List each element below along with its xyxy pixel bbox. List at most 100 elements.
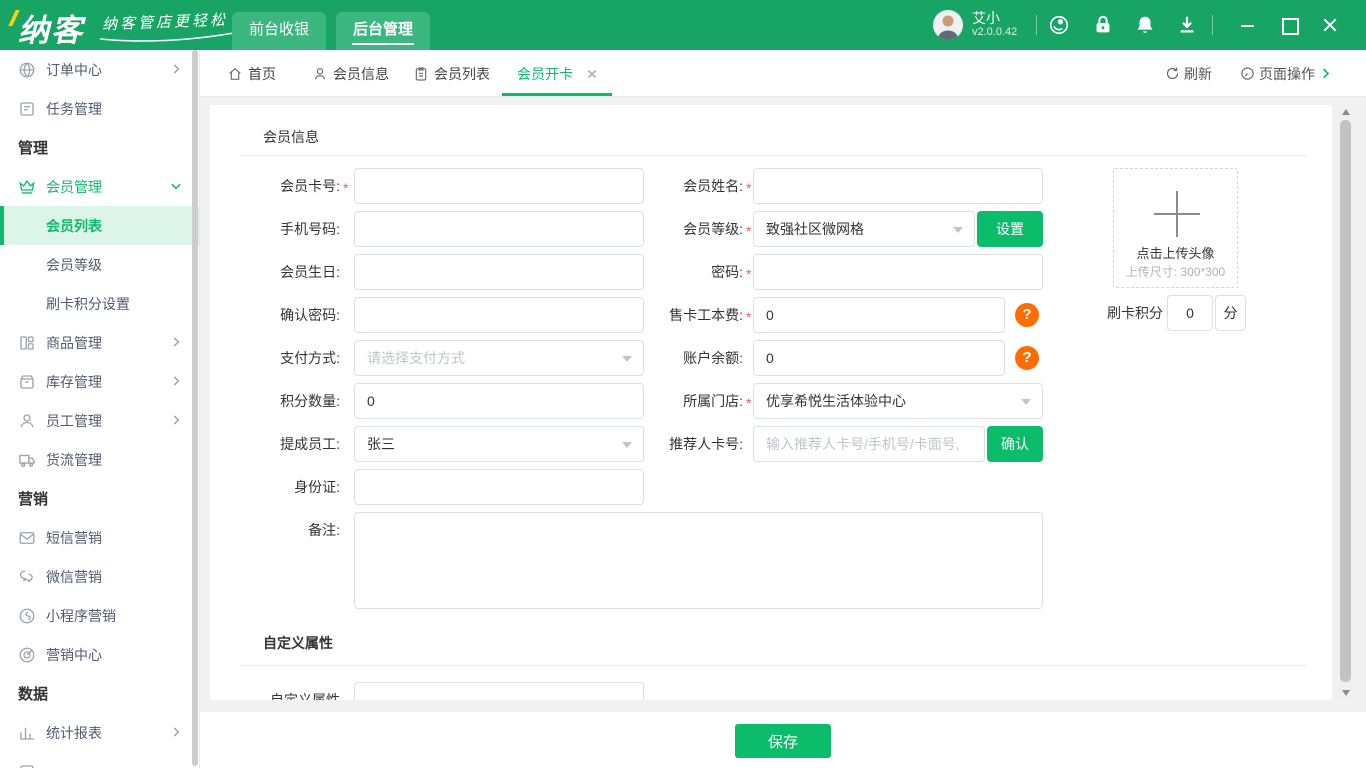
caret-down-icon (1021, 399, 1031, 405)
sidebar-item-order-center[interactable]: 订单中心 (0, 50, 199, 89)
level-settings-button[interactable]: 设置 (977, 211, 1043, 247)
id-card-input[interactable] (354, 469, 644, 505)
sidebar-item-miniprogram-marketing[interactable]: 小程序营销 (0, 596, 199, 635)
store-select[interactable]: 优享希悦生活体验中心 (753, 383, 1043, 419)
active-nav-underline (352, 43, 415, 45)
page-operations-button[interactable]: 页面操作 (1240, 50, 1315, 97)
id-card-label: 身份证: (294, 479, 340, 495)
chevron-right-icon (173, 337, 180, 347)
miniprogram-icon (19, 608, 35, 623)
scrollbar-thumb[interactable] (1340, 120, 1351, 682)
birthday-input[interactable] (354, 254, 644, 290)
sidebar-item-member-list[interactable]: 会员列表 (0, 206, 199, 245)
topbar: 纳客 纳客管店更轻松 前台收银 后台管理 艾小 v2.0.0.42 (0, 0, 1366, 50)
phone-label: 手机号码: (280, 221, 340, 237)
referrer-confirm-button[interactable]: 确认 (987, 426, 1043, 462)
sidebar-item-member-management[interactable]: 会员管理 (0, 167, 199, 206)
download-icon[interactable] (1176, 14, 1198, 36)
points-input[interactable] (354, 383, 644, 419)
window-maximize-button[interactable] (1277, 13, 1301, 37)
refresh-button[interactable]: 刷新 (1165, 50, 1212, 97)
remark-label: 备注: (308, 522, 340, 538)
member-name-input[interactable] (753, 168, 1043, 204)
sidebar-item-wechat-marketing[interactable]: 微信营销 (0, 557, 199, 596)
sidebar-section-data: 数据 (18, 686, 49, 703)
topbar-divider (1036, 15, 1037, 35)
support-icon[interactable] (1048, 14, 1070, 36)
scroll-down-button[interactable] (1338, 686, 1353, 700)
member-level-select[interactable]: 致强社区微网格 (753, 211, 975, 247)
swipe-points-input[interactable] (1167, 295, 1213, 331)
sidebar-item-member-level[interactable]: 会员等级 (0, 245, 199, 284)
wechat-icon (19, 569, 33, 582)
referrer-input[interactable] (753, 426, 985, 462)
card-fee-input[interactable] (753, 297, 1005, 333)
scroll-up-button[interactable] (1338, 105, 1353, 119)
sidebar-item-sms-marketing[interactable]: 短信营销 (0, 518, 199, 557)
confirm-password-input[interactable] (354, 297, 644, 333)
sidebar-item-product-management[interactable]: 商品管理 (0, 323, 199, 362)
balance-label: 账户余额: (683, 350, 743, 366)
member-icon (314, 67, 326, 80)
remark-textarea[interactable] (354, 512, 1043, 609)
bell-icon[interactable] (1134, 14, 1156, 36)
required-mark: * (343, 180, 349, 196)
chevron-right-icon (173, 415, 180, 425)
tab-home[interactable]: 首页 (227, 50, 276, 97)
save-button[interactable]: 保存 (735, 724, 831, 758)
sidebar-section-management: 管理 (18, 140, 49, 157)
tab-member-list[interactable]: 会员列表 (413, 50, 490, 97)
sidebar-scrollbar-thumb[interactable] (192, 50, 198, 766)
close-tab-icon[interactable] (586, 68, 598, 80)
chevron-right-icon (173, 376, 180, 386)
nav-backend-admin[interactable]: 后台管理 (336, 12, 431, 50)
topbar-divider (1212, 15, 1213, 35)
slogan-underline (99, 32, 235, 42)
crown-icon (19, 179, 35, 194)
pay-method-select[interactable]: 请选择支付方式 (354, 340, 644, 376)
section-title-custom-attrs: 自定义属性 (263, 635, 333, 651)
active-tab-underline (502, 93, 612, 96)
swipe-points-label: 刷卡积分 (1107, 305, 1163, 321)
sidebar-item-inventory-management[interactable]: 库存管理 (0, 362, 199, 401)
nav-front-cashier[interactable]: 前台收银 (232, 12, 327, 50)
section-title-member-info: 会员信息 (263, 129, 319, 145)
card-no-label: 会员卡号: (280, 178, 340, 194)
commission-staff-select[interactable]: 张三 (354, 426, 644, 462)
chevron-right-icon[interactable] (1318, 66, 1333, 81)
password-input[interactable] (753, 254, 1043, 290)
page-ops-icon (1241, 67, 1254, 80)
person-icon (20, 413, 34, 427)
sidebar-item-partial[interactable] (0, 752, 199, 768)
sidebar-item-swipe-points-settings[interactable]: 刷卡积分设置 (0, 284, 199, 323)
window-close-button[interactable] (1318, 13, 1342, 37)
chevron-down-icon (171, 183, 181, 190)
confirm-password-label: 确认密码: (280, 307, 340, 323)
window-minimize-button[interactable] (1236, 13, 1260, 37)
card-fee-help-icon[interactable]: ? (1015, 303, 1039, 327)
panel-scrollbar (1338, 105, 1353, 700)
user-name: 艾小 (972, 10, 1000, 26)
sidebar-item-logistics-management[interactable]: 货流管理 (0, 440, 199, 479)
lock-icon[interactable] (1092, 14, 1114, 36)
card-no-input[interactable] (354, 168, 644, 204)
sidebar-item-task-management[interactable]: 任务管理 (0, 89, 199, 128)
sidebar-item-staff-management[interactable]: 员工管理 (0, 401, 199, 440)
balance-help-icon[interactable]: ? (1015, 346, 1039, 370)
store-label: 所属门店: (683, 393, 743, 409)
product-icon (20, 335, 34, 350)
custom-attr-input[interactable] (354, 682, 644, 700)
sidebar: 订单中心 任务管理 管理 会员管理 会员列表 会员等级 刷卡积分设置 商品管理 … (0, 50, 200, 768)
avatar-upload-box[interactable]: 点击上传头像 上传尺寸: 300*300 (1113, 168, 1238, 288)
member-name-label: 会员姓名: (683, 178, 743, 194)
phone-input[interactable] (354, 211, 644, 247)
bar-chart-icon (20, 727, 34, 740)
user-avatar[interactable] (933, 10, 963, 40)
doc-icon (20, 764, 34, 768)
tab-member-open-card[interactable]: 会员开卡 (517, 50, 598, 97)
tab-member-info[interactable]: 会员信息 (312, 50, 389, 97)
balance-input[interactable] (753, 340, 1005, 376)
sidebar-item-marketing-center[interactable]: 营销中心 (0, 635, 199, 674)
globe-icon (19, 62, 35, 77)
sidebar-item-statistics-reports[interactable]: 统计报表 (0, 713, 199, 752)
